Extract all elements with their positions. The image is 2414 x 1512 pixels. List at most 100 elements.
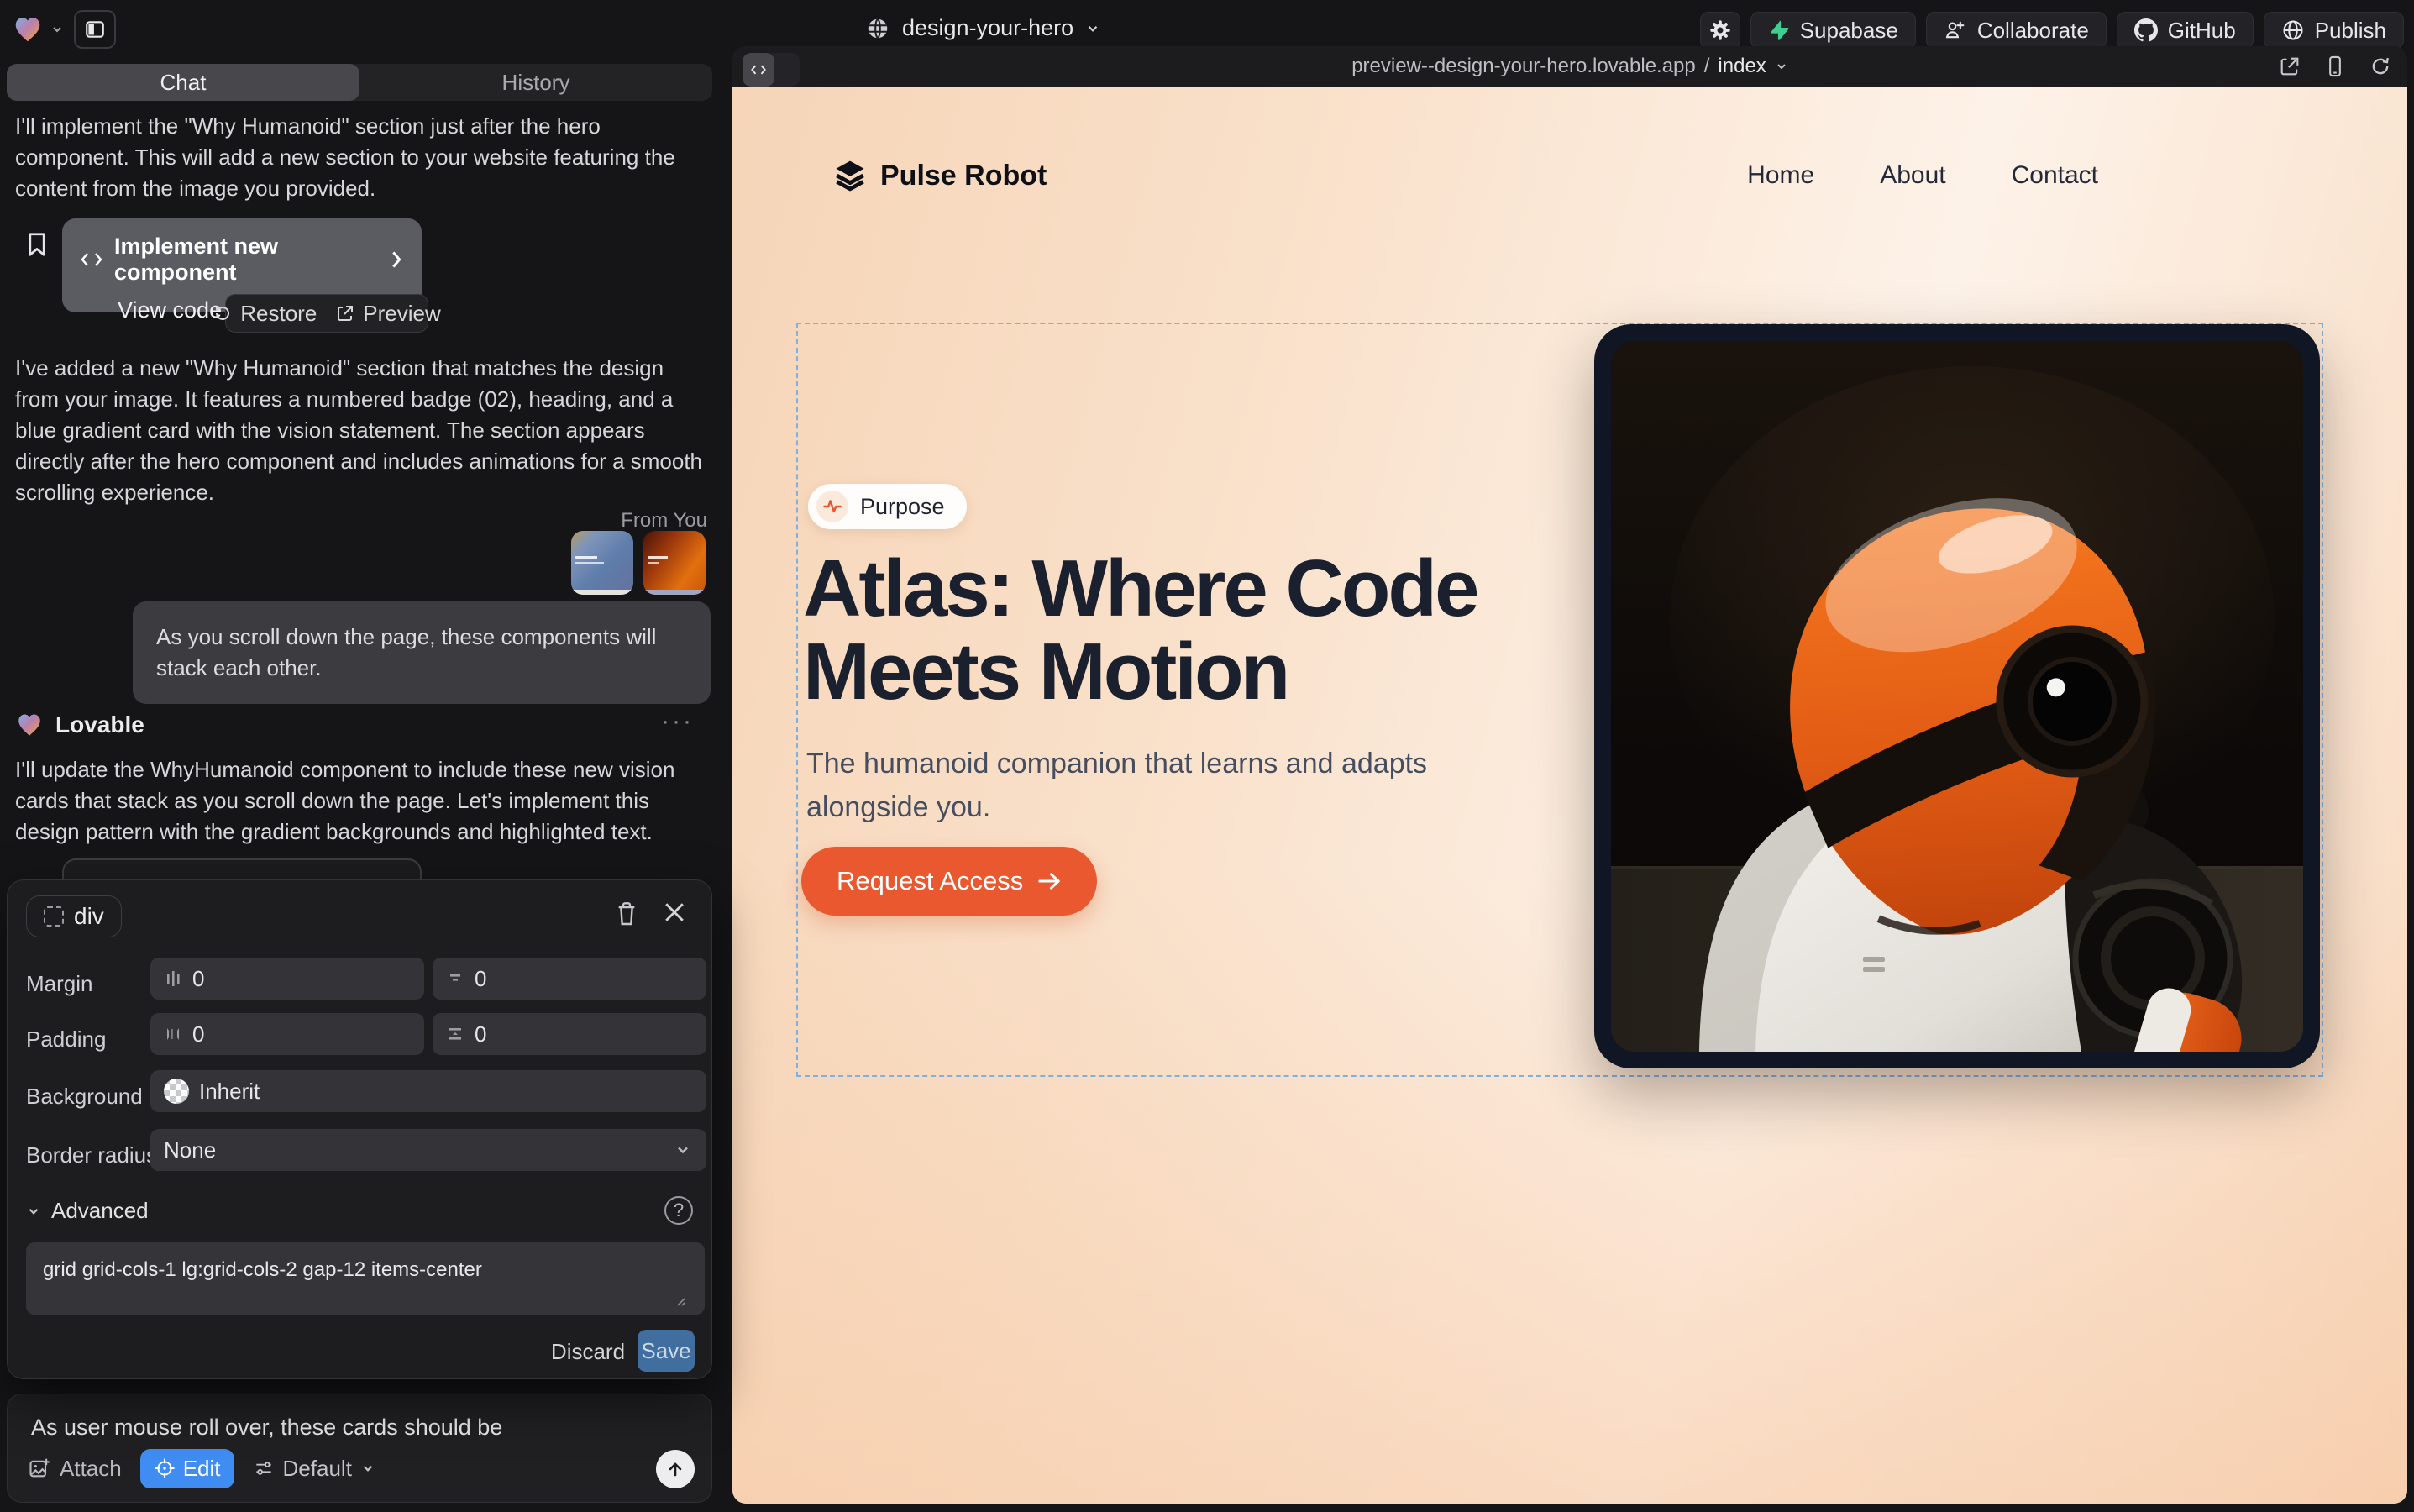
tab-chat[interactable]: Chat (7, 64, 359, 101)
send-button[interactable] (656, 1450, 695, 1488)
message-menu-icon[interactable]: ··· (661, 707, 694, 736)
attach-button[interactable]: Attach (28, 1456, 122, 1482)
chevron-down-icon (674, 1142, 691, 1158)
bookmark-icon[interactable] (25, 232, 49, 257)
supabase-label: Supabase (1800, 18, 1898, 44)
restore-button[interactable]: Restore (213, 301, 317, 327)
publish-button[interactable]: Publish (2264, 12, 2404, 49)
site-nav-links: Home About Contact (1747, 161, 2098, 190)
from-you-label: From You (621, 509, 707, 533)
chevron-down-icon (1085, 21, 1100, 36)
padding-label: Padding (26, 1026, 106, 1053)
preview-button[interactable]: Preview (335, 301, 440, 327)
refresh-icon[interactable] (2369, 55, 2392, 78)
nav-link-about[interactable]: About (1880, 161, 1945, 190)
app-window: design-your-hero (0, 0, 2414, 1512)
advanced-section-toggle[interactable]: Advanced (26, 1198, 149, 1224)
margin-x-icon (164, 969, 182, 988)
publish-label: Publish (2315, 18, 2386, 44)
padding-y-input[interactable] (433, 1013, 706, 1055)
github-button[interactable]: GitHub (2117, 12, 2254, 49)
assistant-message-2: I've added a new "Why Humanoid" section … (15, 353, 712, 508)
selected-element-badge[interactable]: div (26, 895, 122, 937)
padding-y-value[interactable] (475, 1021, 693, 1047)
border-radius-select[interactable]: None (150, 1129, 706, 1171)
request-access-button[interactable]: Request Access (801, 847, 1097, 916)
border-radius-label: Border radius (26, 1142, 157, 1168)
chevron-down-icon (1775, 60, 1788, 73)
chevron-right-icon (390, 250, 403, 269)
background-label: Background (26, 1084, 143, 1110)
site-brand[interactable]: Pulse Robot (832, 157, 1047, 194)
margin-y-value[interactable] (475, 966, 693, 992)
attachment-thumbnail-blue[interactable] (571, 531, 633, 595)
chevron-down-icon (360, 1461, 375, 1476)
project-switcher[interactable]: design-your-hero (865, 15, 1100, 41)
padding-x-value[interactable] (192, 1021, 411, 1047)
preview-pane: preview--design-your-hero.lovable.app / … (732, 46, 2407, 1504)
nav-link-contact[interactable]: Contact (2012, 161, 2098, 190)
element-tag: div (74, 903, 104, 930)
hero-heading: Atlas: Where Code Meets Motion (803, 547, 1651, 713)
github-label: GitHub (2168, 18, 2236, 44)
publish-globe-icon (2281, 18, 2305, 42)
settings-button[interactable] (1700, 12, 1740, 49)
version-actions: Restore Preview (225, 294, 428, 333)
padding-x-input[interactable] (150, 1013, 424, 1055)
element-inspector-panel: div Margin Padding Background In (7, 879, 712, 1379)
purpose-badge-label: Purpose (860, 494, 945, 520)
chat-composer[interactable]: As user mouse roll over, these cards sho… (7, 1394, 712, 1503)
chat-history-tabs: Chat History (7, 64, 712, 101)
discard-button[interactable]: Discard (550, 1332, 626, 1371)
element-outline-icon (44, 906, 64, 927)
composer-draft-text[interactable]: As user mouse roll over, these cards sho… (31, 1415, 686, 1441)
arrow-up-icon (665, 1459, 685, 1479)
chevron-down-icon (50, 23, 64, 36)
supabase-button[interactable]: Supabase (1750, 12, 1916, 49)
classes-textarea[interactable]: grid grid-cols-1 lg:grid-cols-2 gap-12 i… (26, 1242, 705, 1315)
edit-mode-button[interactable]: Edit (140, 1449, 234, 1488)
help-icon[interactable]: ? (664, 1196, 693, 1225)
site-nav: Pulse Robot Home About Contact (832, 152, 2308, 199)
preview-url-page: index (1718, 55, 1766, 78)
attach-image-icon (28, 1457, 51, 1480)
save-button[interactable]: Save (638, 1330, 695, 1372)
margin-y-icon (446, 969, 464, 988)
hero-robot-card (1594, 324, 2320, 1068)
background-input[interactable]: Inherit (150, 1070, 706, 1112)
margin-x-input[interactable] (150, 958, 424, 1000)
tab-history[interactable]: History (359, 64, 712, 101)
sidebar-toggle-button[interactable] (74, 10, 116, 49)
margin-x-value[interactable] (192, 966, 411, 992)
attachment-thumbnail-orange[interactable] (643, 531, 706, 595)
target-icon (154, 1457, 176, 1479)
padding-x-icon (164, 1025, 182, 1043)
top-bar-actions: Supabase Collaborate GitHub Publish (1700, 12, 2404, 49)
resize-handle[interactable] (673, 1294, 686, 1307)
assistant-message-1: I'll implement the "Why Humanoid" sectio… (15, 111, 712, 204)
collaborate-button[interactable]: Collaborate (1926, 12, 2107, 49)
model-mode-select[interactable]: Default (253, 1456, 375, 1482)
delete-element-button[interactable] (614, 900, 639, 927)
user-message-bubble: As you scroll down the page, these compo… (133, 601, 711, 704)
collaborate-label: Collaborate (1977, 18, 2089, 44)
preview-website: Pulse Robot Home About Contact Purpose A… (732, 87, 2407, 1504)
sliders-icon (253, 1457, 275, 1479)
lovable-home-menu[interactable] (12, 13, 64, 45)
margin-y-input[interactable] (433, 958, 706, 1000)
assistant-header: Lovable ··· (15, 711, 712, 739)
github-icon (2134, 18, 2158, 42)
hero-subheading: The humanoid companion that learns and a… (806, 742, 1470, 829)
background-value: Inherit (199, 1079, 260, 1105)
mobile-view-icon[interactable] (2323, 55, 2347, 78)
close-inspector-button[interactable] (663, 900, 686, 924)
robot-hero-image (1611, 341, 2303, 1052)
padding-y-icon (446, 1025, 464, 1043)
open-in-new-tab-icon[interactable] (2278, 55, 2301, 78)
layers-logo-icon (832, 157, 869, 194)
globe-icon (865, 16, 890, 41)
chevron-down-icon (26, 1204, 41, 1219)
project-name: design-your-hero (902, 15, 1073, 41)
preview-url-bar[interactable]: preview--design-your-hero.lovable.app / … (732, 46, 2407, 87)
nav-link-home[interactable]: Home (1747, 161, 1814, 190)
